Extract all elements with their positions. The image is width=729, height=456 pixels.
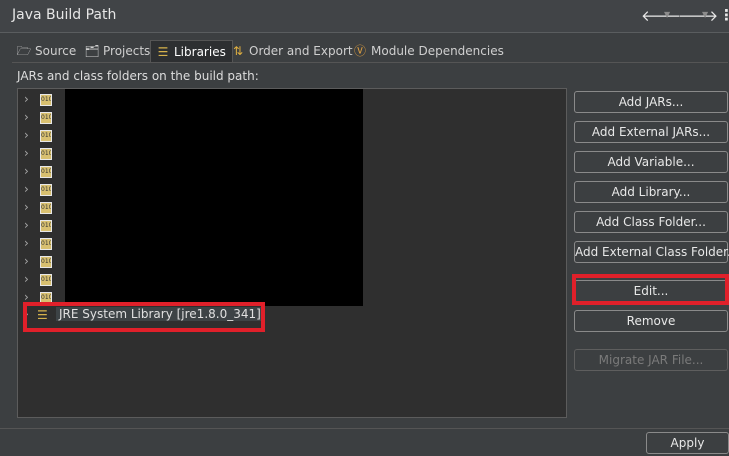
title-bar: Java Build Path 🡐 ▼ 🡒 ▼ ⋮: [0, 0, 729, 33]
chevron-right-icon[interactable]: ›: [24, 182, 29, 196]
tree-item-jar[interactable]: › 010: [22, 253, 62, 271]
tab-module-dependencies[interactable]: Ⓥ Module Dependencies: [348, 40, 510, 62]
build-path-tree[interactable]: › 010 › 010 › 010 › 010 › 010 › 010 › 010 › 010 › 010 › 010…: [17, 88, 567, 418]
jar-icon: 010: [40, 238, 52, 250]
tab-source[interactable]: 🗁 Source: [12, 40, 82, 62]
tab-divider: [12, 62, 728, 63]
jar-icon: 010: [40, 256, 52, 268]
module-icon: Ⓥ: [353, 44, 366, 58]
back-dropdown-icon[interactable]: ▼: [664, 10, 670, 19]
bottom-divider: [0, 428, 729, 429]
tab-projects[interactable]: 🗂 Projects: [80, 40, 156, 62]
chevron-right-icon[interactable]: ›: [24, 200, 29, 214]
chevron-right-icon[interactable]: ›: [24, 307, 29, 321]
order-export-icon: ⇅: [232, 44, 244, 58]
add-external-jars-button[interactable]: Add External JARs...: [574, 121, 728, 143]
tree-item-jre-system-library[interactable]: › ☰ JRE System Library [jre1.8.0_341]: [22, 306, 282, 324]
tree-item-jar[interactable]: › 010: [22, 109, 62, 127]
remove-button[interactable]: Remove: [574, 310, 728, 332]
library-icon: ☰: [37, 308, 48, 322]
jar-icon: 010: [40, 130, 52, 142]
tree-item-label: JRE System Library [jre1.8.0_341]: [56, 307, 264, 321]
chevron-right-icon[interactable]: ›: [24, 128, 29, 142]
jar-icon: 010: [40, 112, 52, 124]
add-jars-button[interactable]: Add JARs...: [574, 91, 728, 113]
apply-button[interactable]: Apply: [646, 432, 729, 454]
tab-label: Source: [35, 44, 77, 58]
tree-item-jar[interactable]: › 010: [22, 217, 62, 235]
back-arrow-icon[interactable]: 🡐: [641, 6, 681, 25]
add-class-folder-button[interactable]: Add Class Folder...: [574, 211, 728, 233]
add-variable-button[interactable]: Add Variable...: [574, 151, 728, 173]
jar-icon: 010: [40, 148, 52, 160]
migrate-jar-button: Migrate JAR File...: [574, 349, 728, 371]
source-folder-icon: 🗁: [16, 44, 32, 58]
forward-arrow-icon[interactable]: 🡒: [678, 6, 718, 25]
chevron-right-icon[interactable]: ›: [24, 236, 29, 250]
tree-item-jar[interactable]: › 010: [22, 199, 62, 217]
tab-label: Projects: [103, 44, 151, 58]
chevron-right-icon[interactable]: ›: [24, 272, 29, 286]
tree-item-jar[interactable]: › 010: [22, 91, 62, 109]
tree-item-jar[interactable]: › 010: [22, 271, 62, 289]
chevron-right-icon[interactable]: ›: [24, 92, 29, 106]
chevron-right-icon[interactable]: ›: [24, 164, 29, 178]
redacted-region: [65, 89, 363, 306]
projects-folder-icon: 🗂: [84, 44, 100, 58]
chevron-right-icon[interactable]: ›: [24, 218, 29, 232]
edit-button[interactable]: Edit...: [574, 280, 728, 302]
window-title: Java Build Path: [12, 7, 117, 23]
jar-icon: 010: [40, 274, 52, 286]
tab-bar: 🗁 Source 🗂 Projects ☰ Libraries ⇅ Order and …: [12, 40, 712, 64]
tab-order-and-export[interactable]: ⇅ Order and Export: [226, 40, 359, 62]
tree-item-jar[interactable]: › 010: [22, 163, 62, 181]
add-external-class-folder-button[interactable]: Add External Class Folder...: [574, 241, 729, 263]
tree-item-jar[interactable]: › 010: [22, 127, 62, 145]
jar-icon: 010: [40, 184, 52, 196]
tree-item-jar[interactable]: › 010: [22, 181, 62, 199]
chevron-right-icon[interactable]: ›: [24, 146, 29, 160]
jar-icon: 010: [40, 166, 52, 178]
jar-icon: 010: [40, 292, 52, 304]
libraries-icon: ☰: [157, 45, 169, 59]
view-menu-icon[interactable]: ⋮: [719, 6, 729, 24]
tab-label: Order and Export: [249, 44, 353, 58]
chevron-right-icon[interactable]: ›: [24, 110, 29, 124]
tree-item-jar[interactable]: › 010: [22, 235, 62, 253]
jar-icon: 010: [40, 202, 52, 214]
tree-item-jar[interactable]: › 010: [22, 145, 62, 163]
tab-label: Libraries: [174, 45, 226, 59]
tab-libraries[interactable]: ☰ Libraries: [150, 40, 233, 62]
chevron-right-icon[interactable]: ›: [24, 290, 29, 304]
forward-dropdown-icon[interactable]: ▼: [702, 10, 708, 19]
chevron-right-icon[interactable]: ›: [24, 254, 29, 268]
jar-icon: 010: [40, 220, 52, 232]
jar-icon: 010: [40, 94, 52, 106]
build-path-label: JARs and class folders on the build path…: [17, 69, 259, 83]
tree-item-jar[interactable]: › 010: [22, 289, 62, 307]
tab-label: Module Dependencies: [371, 44, 504, 58]
add-library-button[interactable]: Add Library...: [574, 181, 728, 203]
